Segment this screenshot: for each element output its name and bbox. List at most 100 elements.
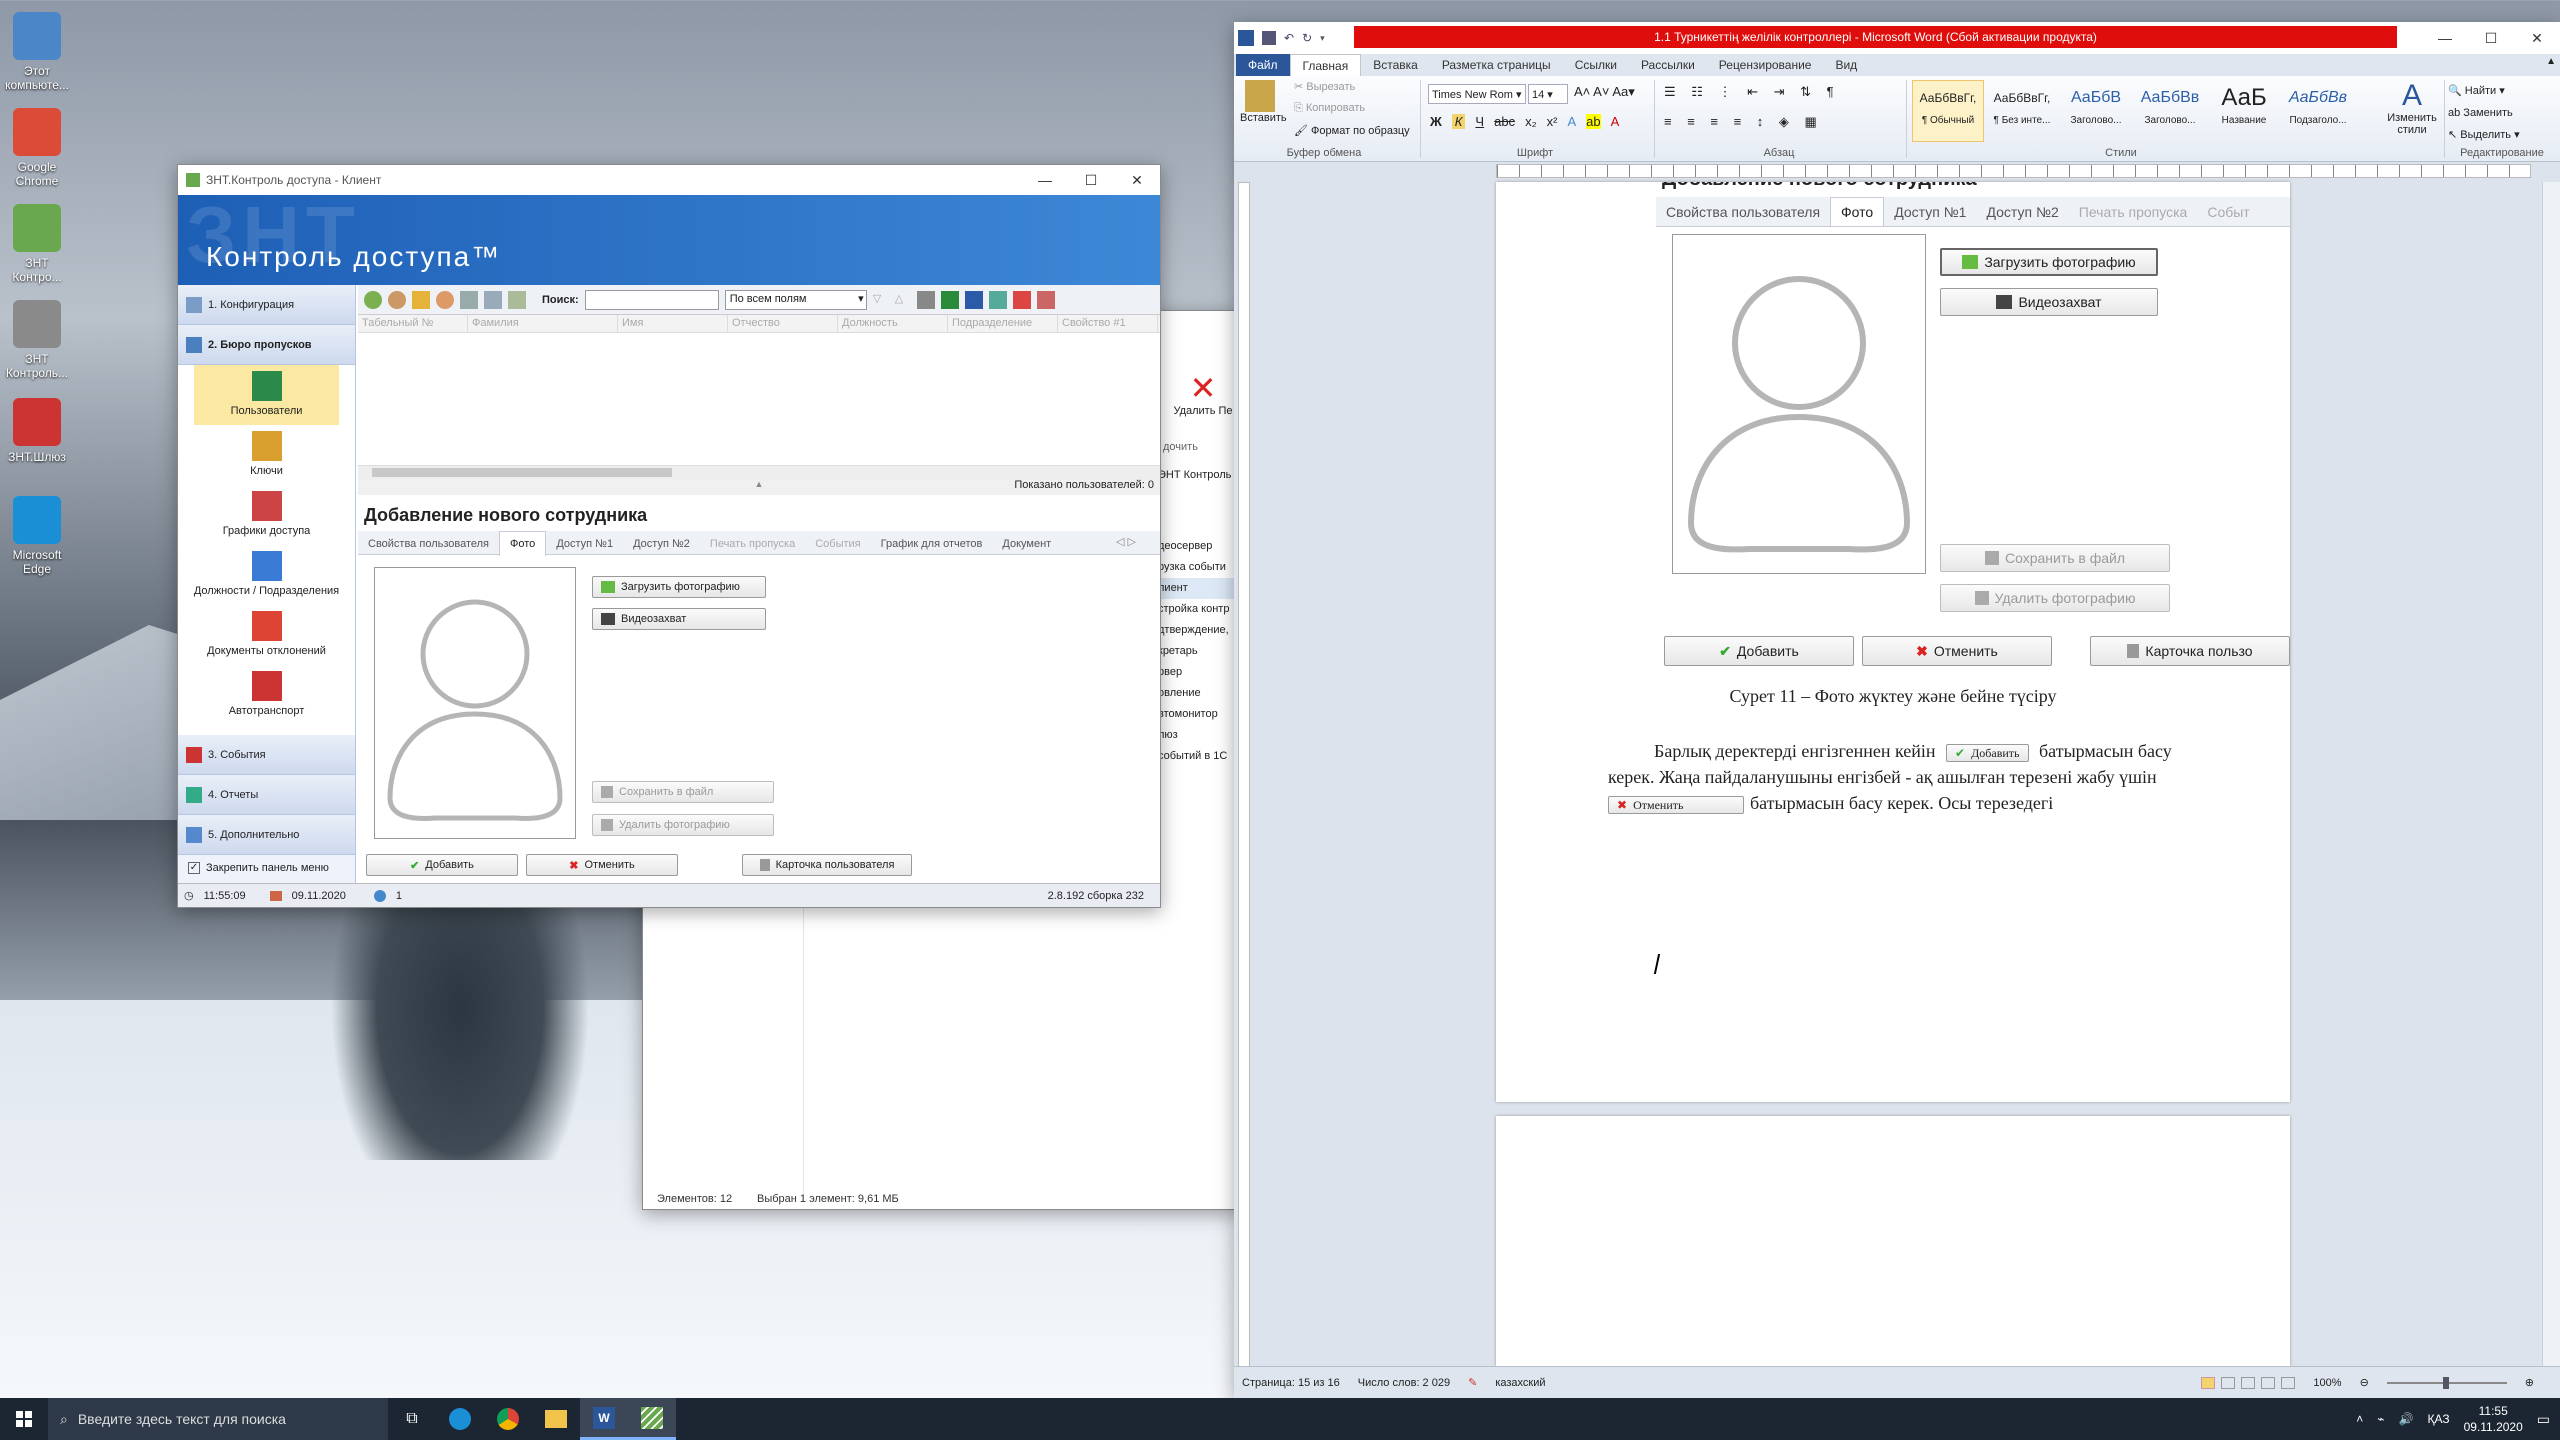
filter-add-icon[interactable] — [484, 290, 502, 309]
form-tab[interactable]: График для отчетов — [871, 532, 993, 556]
zoom-level[interactable]: 100% — [2313, 1377, 2341, 1389]
video-capture-button[interactable]: Видеозахват — [592, 608, 766, 630]
ribbon-tab[interactable]: Вставка — [1361, 54, 1430, 76]
explorer-item[interactable]: деосервер — [1158, 536, 1243, 557]
save-icon[interactable] — [1262, 31, 1276, 45]
explorer-item[interactable]: стройка контр — [1158, 599, 1243, 620]
column-header[interactable]: Должность — [838, 315, 948, 332]
excel-icon[interactable] — [940, 290, 959, 309]
zoom-in-icon[interactable]: ⊕ — [2525, 1376, 2560, 1389]
search-scope-select[interactable]: По всем полям ▾ — [724, 289, 867, 310]
italic-icon[interactable]: К — [1451, 114, 1466, 129]
search-input[interactable] — [584, 289, 719, 310]
replace-button[interactable]: ab Заменить — [2448, 102, 2520, 124]
desktop-icon[interactable]: Этот компьюте... — [0, 12, 74, 92]
add-button[interactable]: ✔ Добавить — [366, 854, 518, 876]
maximize-button[interactable]: ☐ — [1068, 165, 1114, 195]
superscript-icon[interactable]: x² — [1547, 114, 1558, 129]
copy-button[interactable]: ⎘ Копировать — [1294, 102, 1365, 115]
form-tab[interactable]: Доступ №1 — [546, 532, 623, 556]
word-maximize-button[interactable]: ☐ — [2468, 23, 2514, 53]
column-header[interactable]: Фамилия — [468, 315, 618, 332]
delete-ribbon-button[interactable]: ✕ Удалить Пе — [1163, 371, 1243, 431]
explorer-item[interactable]: втомонитор — [1158, 704, 1243, 725]
add-user-icon[interactable] — [364, 290, 382, 309]
bold-icon[interactable]: Ж — [1430, 114, 1442, 129]
status-language[interactable]: казахский — [1495, 1377, 1545, 1389]
explorer-item[interactable]: овление — [1158, 683, 1243, 704]
highlight-icon[interactable]: ab — [1586, 114, 1601, 129]
pencil-icon[interactable] — [412, 290, 430, 309]
ribbon-tab[interactable]: Главная — [1289, 54, 1362, 76]
explorer-item[interactable]: дтверждение, — [1158, 620, 1243, 641]
ribbon-tab[interactable]: Вид — [1823, 54, 1869, 76]
column-header[interactable]: Подразделение — [948, 315, 1058, 332]
word-minimize-button[interactable]: — — [2422, 23, 2468, 53]
taskbar-search[interactable]: ⌕ Введите здесь текст для поиска — [48, 1398, 388, 1440]
strike-icon[interactable]: abc — [1494, 114, 1515, 129]
style-preset[interactable]: АаБ Название — [2208, 80, 2280, 142]
explorer-item[interactable]: люз — [1158, 725, 1243, 746]
pin-checkbox[interactable]: ✓ — [188, 862, 200, 874]
form-tab[interactable]: Доступ №2 — [623, 532, 700, 556]
nav-group-reports[interactable]: 4. Отчеты — [178, 775, 355, 815]
filter-clear-icon[interactable] — [508, 290, 526, 309]
find-button[interactable]: 🔍 Найти ▾ — [2448, 80, 2520, 102]
font-name-select[interactable]: Times New Rom ▾ — [1428, 84, 1526, 104]
network-icon[interactable]: ⌁ — [2377, 1412, 2384, 1426]
explorer-item[interactable]: лиент — [1158, 578, 1243, 599]
import-icon[interactable] — [988, 290, 1007, 309]
outline-icon[interactable] — [2261, 1376, 2276, 1389]
taskbar-znt[interactable] — [628, 1398, 676, 1440]
change-styles-button[interactable]: A Изменить стили — [2384, 80, 2440, 137]
nav-item[interactable]: Должности / Подразделения — [178, 545, 355, 605]
subscript-icon[interactable]: x₂ — [1525, 114, 1537, 129]
move-down-icon[interactable]: ▽ — [873, 292, 889, 308]
word-icon[interactable] — [964, 290, 983, 309]
clock[interactable]: 11:55 09.11.2020 — [2464, 1403, 2523, 1435]
nav-group-events[interactable]: 3. События — [178, 735, 355, 775]
form-tab[interactable]: Свойства пользователя — [358, 532, 499, 556]
reading-icon[interactable] — [2221, 1376, 2236, 1389]
customize-icon[interactable]: ▾ — [1320, 33, 1325, 44]
zoom-out-icon[interactable]: ⊖ — [2360, 1376, 2369, 1389]
style-preset[interactable]: АаБбВв Подзаголо... — [2282, 80, 2354, 142]
language-indicator[interactable]: ҚАЗ — [2427, 1412, 2449, 1426]
taskbar-explorer[interactable] — [532, 1398, 580, 1440]
taskbar-edge[interactable] — [436, 1398, 484, 1440]
export-icon[interactable] — [1012, 290, 1031, 309]
font-color-icon[interactable]: A — [1611, 114, 1620, 129]
column-header[interactable]: Имя — [618, 315, 728, 332]
word-close-button[interactable]: ✕ — [2514, 23, 2560, 53]
desktop-icon[interactable]: Microsoft Edge — [0, 496, 74, 576]
vertical-scrollbar[interactable] — [2542, 182, 2560, 1382]
explorer-item[interactable]: ЭНТ Контроль — [1158, 465, 1243, 486]
underline-icon[interactable]: Ч — [1475, 114, 1484, 129]
explorer-item[interactable]: рузка событи — [1158, 557, 1243, 578]
form-tab[interactable]: Документ — [992, 532, 1061, 556]
print-icon[interactable] — [916, 290, 935, 309]
edit-user-icon[interactable] — [388, 290, 406, 309]
user-card-button[interactable]: Карточка пользователя — [742, 854, 912, 876]
cancel-button[interactable]: ✖ Отменить — [526, 854, 678, 876]
ribbon-tab[interactable]: Рецензирование — [1707, 54, 1824, 76]
column-header[interactable]: Табельный № — [358, 315, 468, 332]
desktop-icon[interactable]: ЗНТ Контро... — [0, 204, 74, 284]
view-buttons[interactable] — [2201, 1376, 2296, 1389]
tools-icon[interactable] — [1036, 290, 1055, 309]
zoom-slider[interactable] — [2386, 1376, 2507, 1389]
ribbon-tab[interactable]: Файл — [1236, 54, 1290, 76]
filter-icon[interactable] — [460, 290, 478, 309]
nav-group-extra[interactable]: 5. Дополнительно — [178, 815, 355, 855]
remove-user-icon[interactable] — [436, 290, 454, 309]
explorer-item[interactable]: кретарь — [1158, 641, 1243, 662]
explorer-item[interactable]: рвер — [1158, 662, 1243, 683]
status-page[interactable]: Страница: 15 из 16 — [1242, 1377, 1340, 1389]
column-header[interactable]: Отчество — [728, 315, 838, 332]
upload-photo-button[interactable]: Загрузить фотографию — [592, 576, 766, 598]
status-words[interactable]: Число слов: 2 029 — [1358, 1377, 1450, 1389]
close-button[interactable]: ✕ — [1114, 165, 1160, 195]
save-to-file-button[interactable]: Сохранить в файл — [592, 781, 774, 803]
cut-button[interactable]: ✂ Вырезать — [1294, 80, 1355, 93]
scrollbar-thumb[interactable] — [372, 468, 672, 477]
